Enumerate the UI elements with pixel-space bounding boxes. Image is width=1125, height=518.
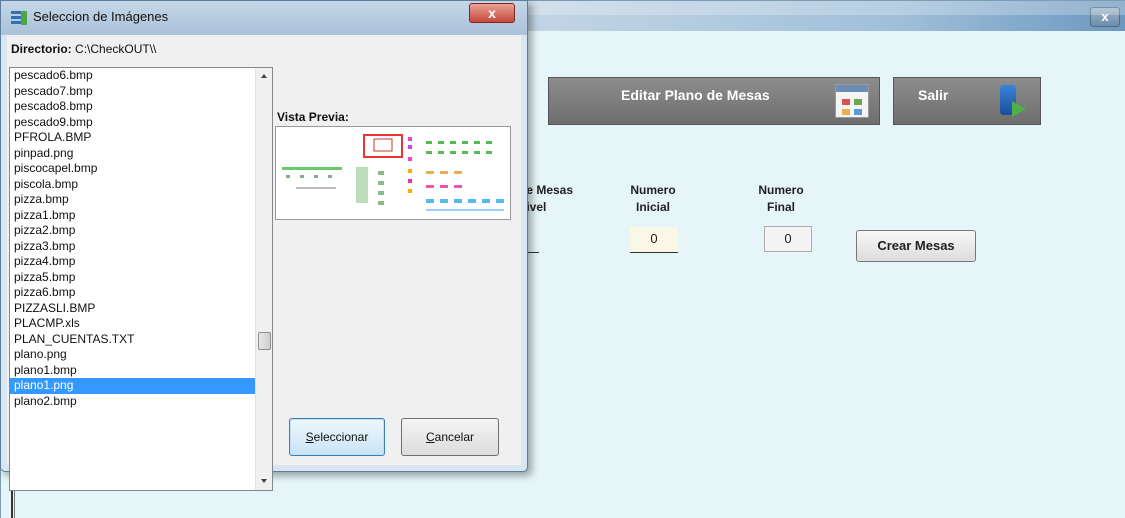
salir-label: Salir [918, 87, 949, 103]
mesas-por-nivel-input[interactable] [527, 227, 539, 253]
file-list-item[interactable]: pizza4.bmp [10, 254, 256, 270]
file-list-item[interactable]: plano1.bmp [10, 363, 256, 379]
dialog-body: Directorio: C:\CheckOUT\\ pescado6.bmp pe… [7, 35, 521, 491]
seleccionar-accel: S [305, 430, 314, 444]
screen: x Editar Plano de Mesas Salir le Mesas l… [0, 0, 1125, 518]
file-list-item[interactable]: pizza3.bmp [10, 239, 256, 255]
cancelar-accel: C [425, 430, 435, 444]
app-icon [11, 11, 27, 25]
dialog-title: Seleccion de Imágenes [33, 9, 169, 24]
file-list-item[interactable]: PLAN_CUENTAS.TXT [10, 332, 256, 348]
file-items: pescado6.bmp pescado7.bmp pescado8.bmp pesc… [10, 68, 256, 409]
file-list-item[interactable]: PFROLA.BMP [10, 130, 256, 146]
image-preview [275, 126, 511, 220]
calendar-layout-icon [835, 84, 869, 118]
file-list-item[interactable]: PLACMP.xls [10, 316, 256, 332]
preview-label: Vista Previa: [277, 110, 349, 124]
scroll-up-arrow-icon[interactable] [256, 68, 272, 85]
scroll-down-arrow-icon[interactable] [256, 473, 272, 490]
numero-inicial-label-line1: Numero [630, 183, 676, 197]
file-list-item[interactable]: pescado6.bmp [10, 68, 256, 84]
file-list-item[interactable]: plano1.png [10, 378, 256, 394]
mesas-label: le Mesas [523, 183, 574, 197]
salir-button[interactable]: Salir [893, 77, 1041, 125]
numero-final-label-line2: Final [766, 200, 795, 214]
file-list-scrollbar[interactable] [255, 68, 272, 490]
scroll-thumb[interactable] [258, 332, 271, 350]
file-list-item[interactable]: pizza1.bmp [10, 208, 256, 224]
cancelar-rest: ancelar [434, 430, 475, 444]
file-list-item[interactable]: plano.png [10, 347, 256, 363]
editar-plano-button[interactable]: Editar Plano de Mesas [548, 77, 880, 125]
file-list-item[interactable]: pizza5.bmp [10, 270, 256, 286]
exit-door-icon [998, 83, 1028, 119]
file-list-item[interactable]: pizza6.bmp [10, 285, 256, 301]
numero-inicial-input[interactable]: 0 [630, 227, 678, 253]
file-list-item[interactable]: pescado9.bmp [10, 115, 256, 131]
file-listbox[interactable]: pescado6.bmp pescado7.bmp pescado8.bmp pesc… [9, 67, 273, 491]
seleccionar-button[interactable]: Seleccionar [289, 418, 385, 456]
directory-value: C:\CheckOUT\\ [75, 42, 157, 56]
file-list-item[interactable]: piscola.bmp [10, 177, 256, 193]
seleccionar-rest: eleccionar [313, 430, 369, 444]
file-list-item[interactable]: pizza2.bmp [10, 223, 256, 239]
dialog-titlebar: Seleccion de Imágenes x [1, 1, 527, 35]
file-list-item[interactable]: pinpad.png [10, 146, 256, 162]
file-list-item[interactable]: plano2.bmp [10, 394, 256, 410]
numero-inicial-label-line2: Inicial [635, 200, 670, 214]
editar-plano-label: Editar Plano de Mesas [621, 87, 770, 103]
file-list-item[interactable]: pescado7.bmp [10, 84, 256, 100]
numero-final-input[interactable]: 0 [764, 226, 812, 252]
crear-mesas-button[interactable]: Crear Mesas [856, 230, 976, 262]
directory-label: Directorio: [11, 42, 72, 56]
cancelar-button[interactable]: Cancelar [401, 418, 499, 456]
file-list-item[interactable]: pizza.bmp [10, 192, 256, 208]
file-list-item[interactable]: PIZZASLI.BMP [10, 301, 256, 317]
file-list-item[interactable]: piscocapel.bmp [10, 161, 256, 177]
file-list-item[interactable]: pescado8.bmp [10, 99, 256, 115]
background-close-button[interactable]: x [1090, 7, 1120, 27]
directory-row: Directorio: C:\CheckOUT\\ [11, 42, 156, 56]
seleccion-imagenes-dialog: Seleccion de Imágenes x Directorio: C:\C… [0, 0, 528, 491]
floor-plan-thumbnail [282, 134, 504, 211]
dialog-close-button[interactable]: x [469, 3, 515, 23]
numero-final-label-line1: Numero [758, 183, 804, 197]
